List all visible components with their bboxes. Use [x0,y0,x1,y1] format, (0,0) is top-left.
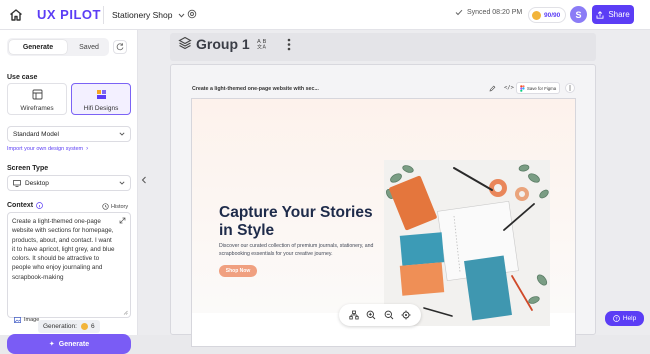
svg-text:A: A [263,45,267,50]
sidebar: Generate Saved Use case Wireframes Hifi … [0,30,138,354]
more-options-icon[interactable] [287,38,291,51]
refresh-button[interactable] [113,40,127,54]
user-avatar[interactable]: S [570,6,587,23]
home-button[interactable] [8,7,24,23]
hero-title: Capture Your Stories in Style [219,204,373,239]
group-title: Group 1 [196,36,250,52]
resize-handle-icon[interactable] [123,310,128,315]
use-case-wireframes[interactable]: Wireframes [7,83,67,115]
coin-icon [80,323,88,330]
zoom-in-icon[interactable] [366,310,376,320]
import-design-system-link[interactable]: Import your own design system › [7,146,88,152]
wireframe-icon [32,89,43,100]
fit-to-screen-icon[interactable] [401,310,411,320]
hero-subtitle: Discover our curated collection of premi… [219,243,374,257]
context-label: Context [7,202,43,209]
save-for-figma-button[interactable]: Save for Figma [516,82,561,94]
chevron-left-icon [141,176,146,184]
expand-icon[interactable] [119,217,126,224]
screen-type-label: Screen Type [7,165,49,172]
hifi-design-icon [96,89,107,100]
divider [103,6,104,24]
refresh-icon [116,43,124,51]
info-icon [36,202,43,209]
app-logo: UX PILOT [37,7,101,22]
zoom-out-icon[interactable] [384,310,394,320]
layers-icon [178,36,192,50]
generation-counter: Generation: 6 [38,320,100,333]
use-case-hifi-designs[interactable]: Hifi Designs [71,83,131,115]
chevron-right-icon: › [86,146,89,152]
check-icon [455,9,463,16]
code-icon[interactable]: </> [504,85,514,91]
chevron-down-icon [119,132,125,136]
share-icon [596,10,604,19]
image-icon [14,317,21,323]
generate-button[interactable]: ✦ Generate [7,334,131,354]
project-name: Stationery Shop [112,10,173,20]
project-settings-button[interactable] [187,9,197,19]
history-button[interactable]: History [102,203,128,210]
project-selector[interactable]: Stationery Shop [112,8,185,22]
use-case-label: Use case [7,74,38,81]
sync-status: Synced 08:20 PM [455,9,522,16]
context-textarea[interactable]: Create a light-themed one-page website w… [7,212,131,318]
help-button[interactable]: ? Help [605,311,644,326]
zoom-toolbar [339,304,421,326]
history-icon [102,203,109,210]
design-canvas[interactable]: Group 1 AB文A Create a light-themed one-p… [138,30,650,347]
attach-image-button[interactable]: Image [14,317,39,323]
tab-generate[interactable]: Generate [9,40,67,54]
context-text: Create a light-themed one-page website w… [12,218,115,281]
screen-type-select[interactable]: Desktop [7,175,131,191]
top-bar: UX PILOT Stationery Shop Synced 08:20 PM… [0,0,650,30]
coin-icon [532,10,541,20]
share-button[interactable]: Share [592,5,634,24]
settings-icon [187,9,197,19]
chevron-down-icon [178,13,185,18]
collapse-sidebar-button[interactable] [141,176,147,184]
monitor-icon [13,179,21,187]
shop-now-button[interactable]: Shop Now [219,265,257,277]
help-icon: ? [612,315,620,322]
home-icon [10,9,22,21]
tab-saved[interactable]: Saved [70,40,108,54]
svg-text:文: 文 [257,44,262,50]
frame-caption: Create a light-themed one-page website w… [192,86,319,92]
edit-icon[interactable] [489,85,496,92]
model-select[interactable]: Standard Model [7,126,131,142]
sparkle-icon: ✦ [48,341,55,348]
chevron-down-icon [119,181,125,185]
credits-badge[interactable]: 90/90 [528,7,566,23]
translate-icon[interactable]: AB文A [257,37,269,49]
hero-image [384,160,550,326]
frame-more-icon[interactable] [565,83,575,93]
figma-icon [520,84,525,92]
hierarchy-icon[interactable] [349,310,359,320]
